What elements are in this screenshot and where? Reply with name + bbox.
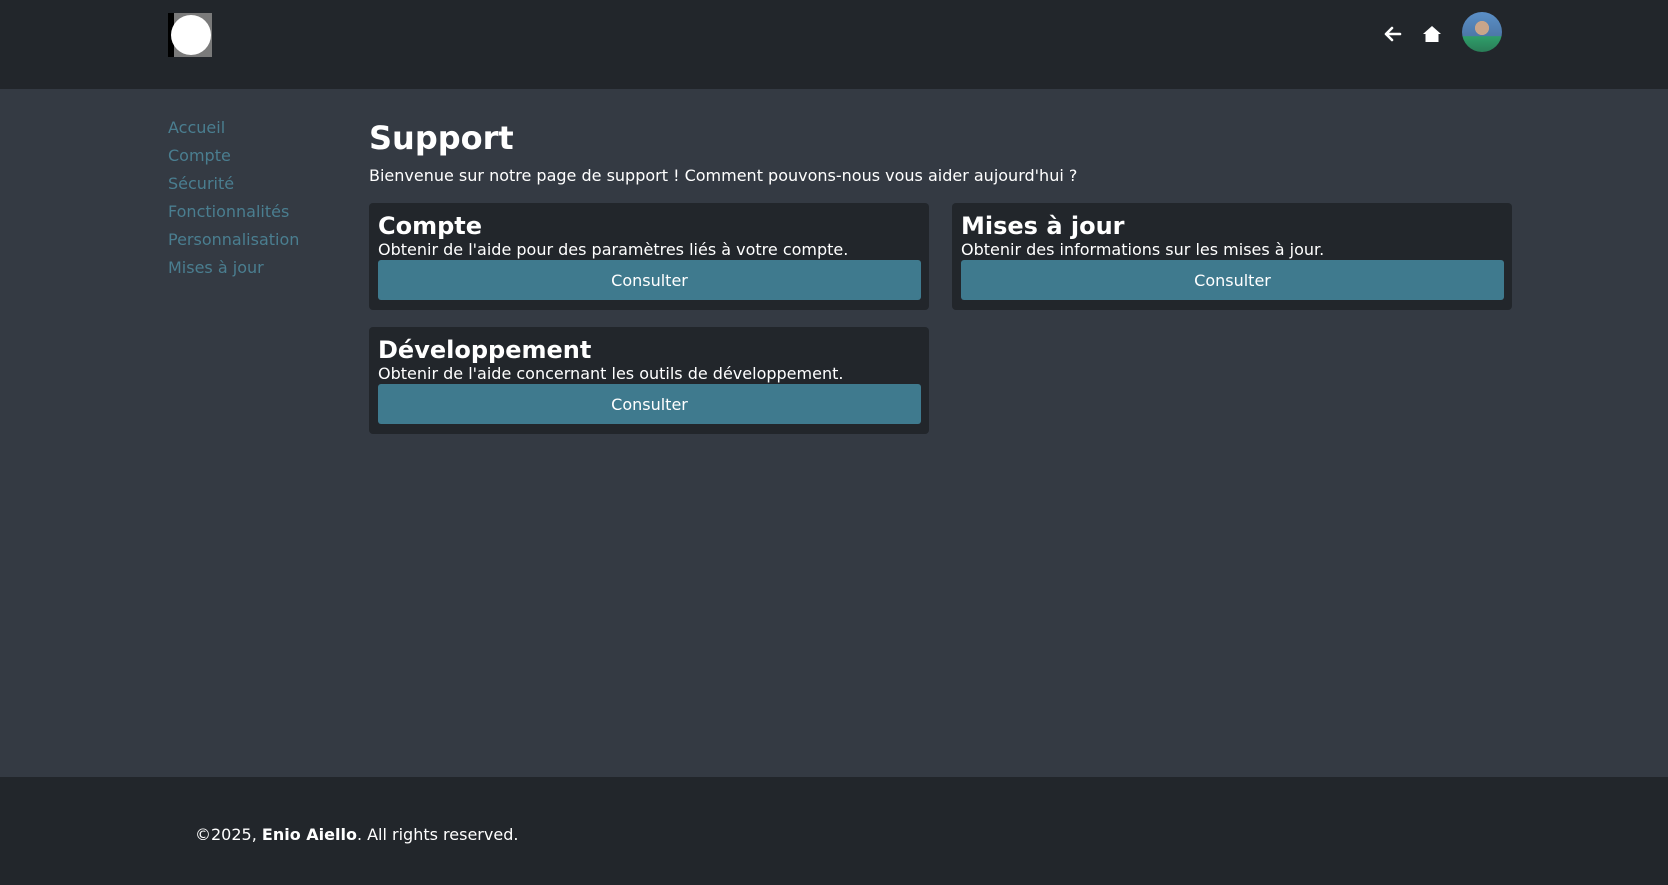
page-title: Support xyxy=(369,119,514,157)
copyright-text: ©2025, Enio Aiello. All rights reserved. xyxy=(195,825,518,845)
sidebar-item-mises-a-jour[interactable]: Mises à jour xyxy=(168,254,348,282)
sidebar-item-accueil[interactable]: Accueil xyxy=(168,114,348,142)
footer: ©2025, Enio Aiello. All rights reserved. xyxy=(0,777,1668,885)
card-description: Obtenir des informations sur les mises à… xyxy=(961,240,1325,259)
copyright-author: Enio Aiello xyxy=(261,825,357,844)
circle-logo-icon[interactable] xyxy=(168,13,212,57)
page-intro: Bienvenue sur notre page de support ! Co… xyxy=(369,166,1078,185)
sidebar-item-personnalisation[interactable]: Personnalisation xyxy=(168,226,348,254)
top-navbar xyxy=(0,0,1668,89)
copyright-prefix: ©2025, xyxy=(195,825,262,844)
card-description: Obtenir de l'aide concernant les outils … xyxy=(378,364,844,383)
copyright-suffix: . All rights reserved. xyxy=(356,825,519,844)
card-title: Mises à jour xyxy=(961,212,1125,240)
sidebar-item-compte[interactable]: Compte xyxy=(168,142,348,170)
card-compte: Compte Obtenir de l'aide pour des paramè… xyxy=(369,203,929,310)
consult-compte-button[interactable]: Consulter xyxy=(378,260,921,300)
main-content: Support Bienvenue sur notre page de supp… xyxy=(369,116,1513,434)
home-icon[interactable] xyxy=(1420,22,1444,46)
logo-disc xyxy=(171,15,211,55)
card-mises-a-jour: Mises à jour Obtenir des informations su… xyxy=(952,203,1512,310)
consult-developpement-button[interactable]: Consulter xyxy=(378,384,921,424)
card-developpement: Développement Obtenir de l'aide concerna… xyxy=(369,327,929,434)
arrow-left-icon[interactable] xyxy=(1381,22,1405,46)
sidebar-nav: Accueil Compte Sécurité Fonctionnalités … xyxy=(168,114,348,282)
sidebar-item-securite[interactable]: Sécurité xyxy=(168,170,348,198)
consult-mises-a-jour-button[interactable]: Consulter xyxy=(961,260,1504,300)
card-title: Compte xyxy=(378,212,483,240)
user-avatar[interactable] xyxy=(1462,12,1502,52)
card-title: Développement xyxy=(378,336,592,364)
sidebar-item-fonctionnalites[interactable]: Fonctionnalités xyxy=(168,198,348,226)
card-description: Obtenir de l'aide pour des paramètres li… xyxy=(378,240,849,259)
